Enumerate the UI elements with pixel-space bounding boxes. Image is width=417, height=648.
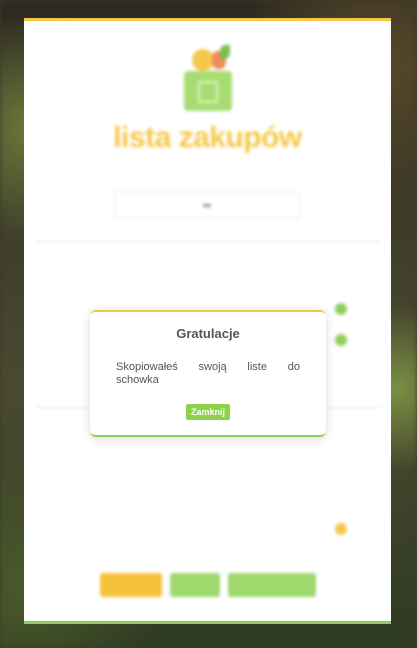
action-button-3[interactable] — [228, 573, 316, 597]
action-button-2[interactable] — [170, 573, 220, 597]
congratulations-dialog: Gratulacje Skopiowałeś swoją liste do sc… — [90, 310, 326, 437]
status-icon[interactable] — [335, 523, 347, 535]
dialog-message: Skopiowałeś swoją liste do schowka — [116, 361, 300, 386]
dialog-title: Gratulacje — [176, 326, 240, 341]
check-icon[interactable] — [335, 334, 347, 346]
shopping-basket-icon — [184, 71, 232, 111]
divider — [36, 241, 379, 242]
close-button[interactable]: Zamknij — [186, 404, 230, 420]
product-input[interactable] — [114, 191, 300, 219]
app-title: lista zakupów — [113, 121, 302, 154]
logo-leaf-icon — [220, 45, 230, 59]
logo-fruit-icon — [192, 49, 214, 71]
check-icon[interactable] — [335, 303, 347, 315]
action-button-1[interactable] — [100, 573, 162, 597]
